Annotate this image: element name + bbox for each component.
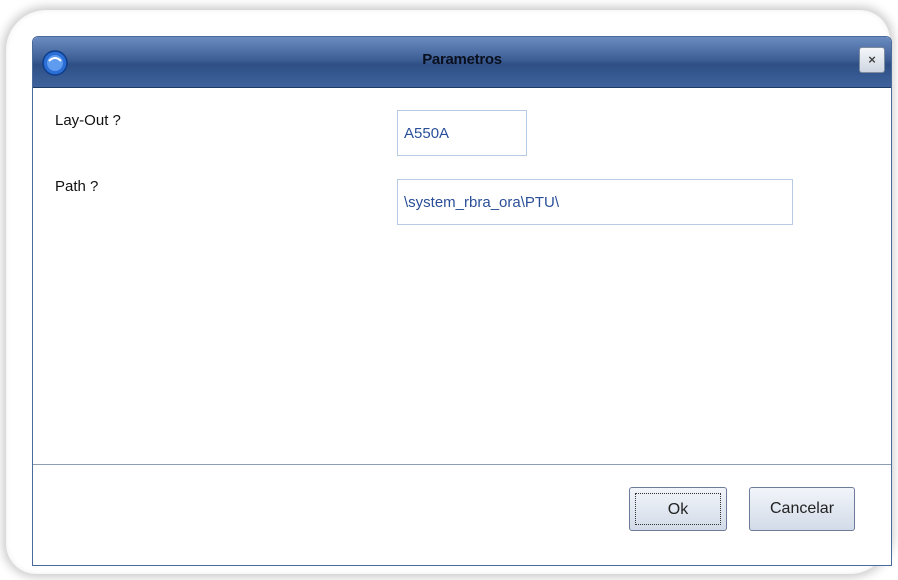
parametros-dialog: Parametros × Lay-Out ? A550A Path ? \sys…: [32, 36, 892, 566]
path-input[interactable]: \system_rbra_ora\PTU\: [397, 179, 793, 225]
path-label: Path ?: [55, 178, 99, 195]
ok-button[interactable]: Ok: [629, 487, 727, 531]
layout-input[interactable]: A550A: [397, 110, 527, 156]
cancel-button[interactable]: Cancelar: [749, 487, 855, 531]
dialog-title: Parametros: [422, 51, 502, 68]
layout-label: Lay-Out ?: [55, 112, 121, 129]
title-bar[interactable]: Parametros ×: [33, 37, 891, 88]
ok-button-label: Ok: [635, 493, 721, 525]
close-icon[interactable]: ×: [859, 47, 885, 73]
dialog-footer: Ok Cancelar: [33, 465, 891, 565]
dialog-body: Lay-Out ? A550A Path ? \system_rbra_ora\…: [33, 88, 891, 465]
